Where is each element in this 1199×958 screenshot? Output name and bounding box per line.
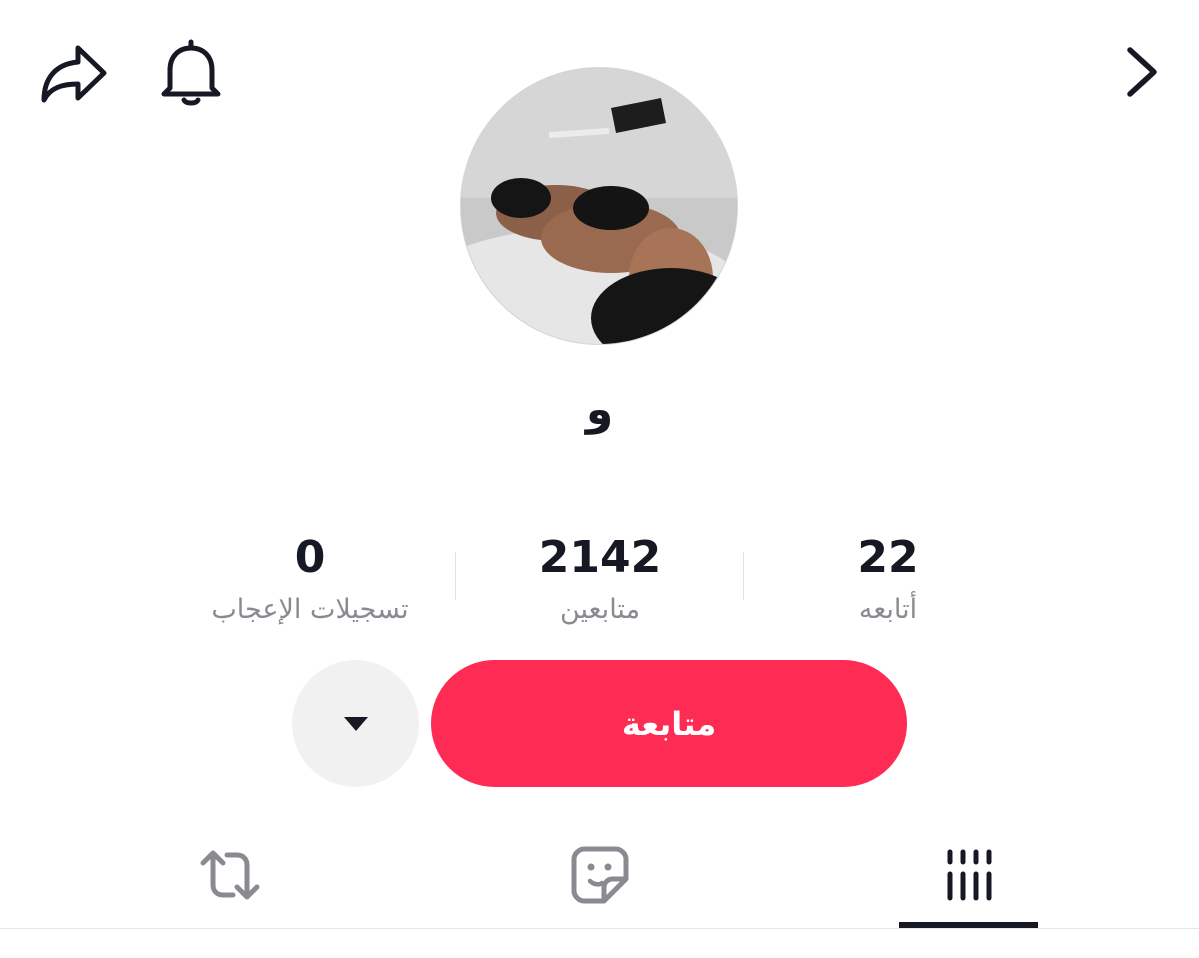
followers-count: 2142: [538, 532, 662, 583]
stat-divider: [743, 552, 744, 600]
repost-icon: [200, 850, 260, 900]
videos-grid-icon: [947, 849, 991, 901]
stat-divider: [455, 552, 456, 600]
following-stat[interactable]: 22 أتابعه: [758, 530, 1018, 630]
tab-bar-divider: [0, 928, 1199, 929]
tab-reposts[interactable]: [160, 828, 300, 922]
chevron-right-icon: [1127, 47, 1157, 97]
username: و: [585, 384, 614, 435]
following-count: 22: [857, 532, 919, 583]
liked-sticker-icon: [571, 846, 629, 904]
avatar-photo: [461, 68, 737, 344]
followers-label: متابعين: [559, 594, 641, 625]
notification-bell-button[interactable]: [156, 36, 226, 108]
triangle-down-icon: [343, 716, 368, 731]
follow-button[interactable]: متابعة: [431, 660, 907, 787]
share-arrow-icon: [41, 45, 107, 103]
likes-count: 0: [294, 532, 326, 583]
tab-liked[interactable]: [530, 828, 670, 922]
likes-label: تسجيلات الإعجاب: [211, 594, 409, 625]
following-label: أتابعه: [858, 594, 918, 625]
more-options-button[interactable]: [292, 660, 419, 787]
bell-icon: [161, 39, 221, 106]
followers-stat[interactable]: 2142 متابعين: [470, 530, 730, 630]
tab-videos[interactable]: [899, 828, 1038, 922]
avatar[interactable]: [460, 67, 738, 345]
back-button[interactable]: [1110, 40, 1172, 104]
share-button[interactable]: [38, 40, 110, 106]
likes-stat[interactable]: 0 تسجيلات الإعجاب: [180, 530, 440, 630]
